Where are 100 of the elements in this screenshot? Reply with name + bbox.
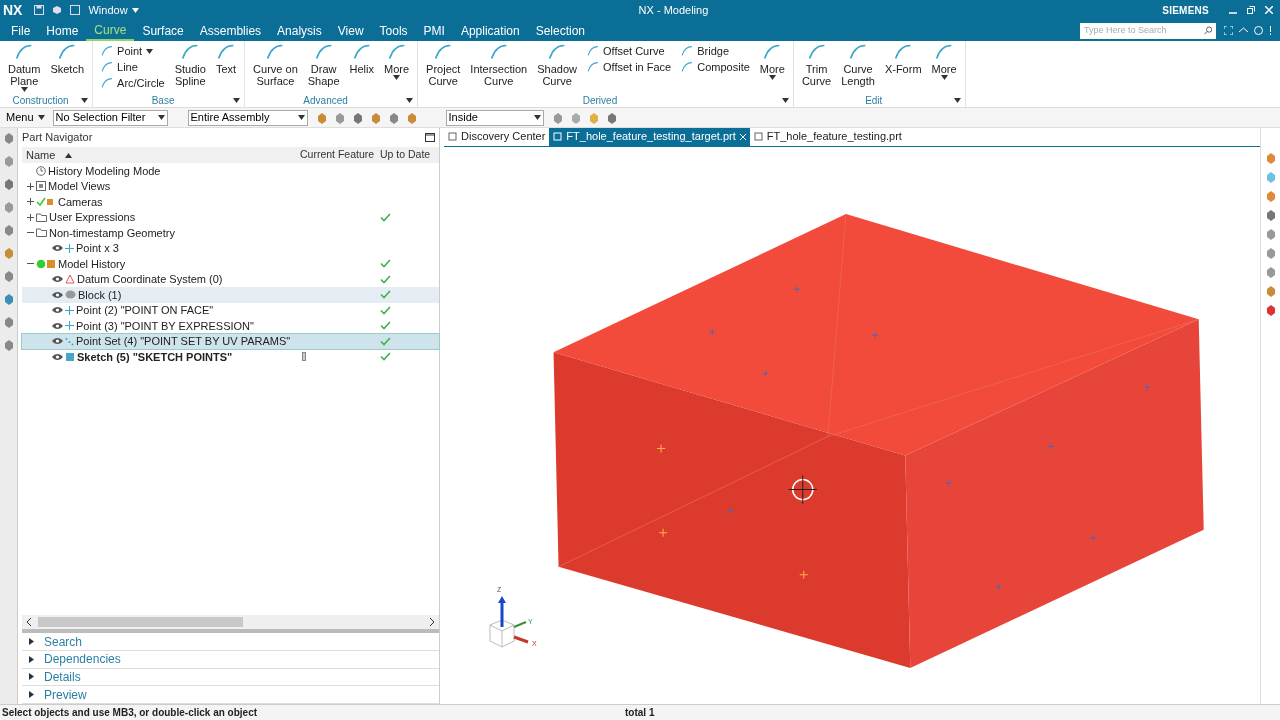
document-tab[interactable]: Discovery Center: [444, 128, 550, 146]
ribbon-tab[interactable]: Assemblies: [191, 20, 270, 41]
ribbon-tab[interactable]: Surface: [134, 20, 192, 41]
ribbon-tool-button[interactable]: Curve Length: [837, 41, 879, 87]
tool-icon[interactable]: [1264, 304, 1277, 316]
ribbon-tool-button[interactable]: Shadow Curve: [533, 41, 581, 87]
help-icon[interactable]: [1254, 26, 1263, 35]
scope-dropdown[interactable]: Entire Assembly: [187, 109, 308, 126]
column-header[interactable]: Name: [26, 146, 56, 164]
maximize-icon[interactable]: [425, 133, 435, 142]
window-icon[interactable]: [70, 5, 81, 15]
tool-icon[interactable]: [315, 111, 328, 124]
selection-filter-dropdown[interactable]: No Selection Filter: [52, 109, 168, 126]
eye-icon[interactable]: [52, 290, 63, 299]
tool-icon[interactable]: [2, 155, 15, 167]
ribbon-tool-button[interactable]: More: [927, 41, 961, 80]
menu-button[interactable]: Menu: [2, 109, 49, 126]
ribbon-tab[interactable]: View: [329, 20, 372, 41]
tree-row[interactable]: Datum Coordinate System (0): [22, 271, 439, 287]
collapsible-section[interactable]: Details: [22, 668, 439, 687]
ribbon-tab[interactable]: Tools: [371, 20, 416, 41]
ribbon-tool-button[interactable]: Draw Shape: [303, 41, 344, 87]
expand-icon[interactable]: [26, 213, 34, 221]
ribbon-tool-button[interactable]: Sketch: [46, 41, 89, 75]
tree-row[interactable]: Point Set (4) "POINT SET BY UV PARAMS": [22, 333, 439, 349]
eye-icon[interactable]: [52, 337, 63, 346]
tool-icon[interactable]: [2, 178, 15, 190]
eye-icon[interactable]: [52, 352, 63, 361]
ribbon-tab[interactable]: Selection: [527, 20, 594, 41]
tool-icon[interactable]: [2, 293, 15, 305]
column-header[interactable]: Up to Date: [378, 147, 438, 163]
tool-icon[interactable]: [387, 111, 400, 124]
tool-icon[interactable]: [2, 270, 15, 282]
tool-icon[interactable]: [1264, 266, 1277, 278]
expand-icon[interactable]: [26, 198, 34, 206]
ribbon-tool-button[interactable]: More: [380, 41, 414, 80]
tool-icon[interactable]: [569, 111, 582, 124]
tool-icon[interactable]: [551, 111, 564, 124]
save-icon[interactable]: [34, 5, 45, 15]
tree-row[interactable]: Sketch (5) "SKETCH POINTS": [22, 349, 439, 365]
eye-icon[interactable]: [52, 306, 63, 315]
scroll-right-icon[interactable]: [429, 618, 435, 627]
tree-row[interactable]: Cameras: [22, 194, 439, 210]
tool-icon[interactable]: [1264, 247, 1277, 259]
ribbon-tool-button[interactable]: Helix: [345, 41, 378, 75]
tool-icon[interactable]: [2, 339, 15, 351]
tool-icon[interactable]: [2, 201, 15, 213]
chevron-up-icon[interactable]: [1239, 26, 1248, 35]
close-icon[interactable]: [739, 133, 746, 140]
ribbon-tool-button[interactable]: Trim Curve: [797, 41, 836, 87]
ribbon-tool-button[interactable]: Project Curve: [422, 41, 465, 87]
ribbon-tool-button[interactable]: Offset in Face: [586, 59, 672, 75]
tool-icon[interactable]: [2, 132, 15, 144]
tool-icon[interactable]: [1264, 152, 1277, 164]
collapsible-section[interactable]: Search: [22, 633, 439, 651]
block-drawing[interactable]: [553, 213, 1204, 668]
ribbon-tool-button[interactable]: Offset Curve: [586, 43, 672, 59]
document-tab[interactable]: FT_hole_feature_testing_target.prt: [549, 128, 750, 146]
horizontal-scrollbar[interactable]: [22, 615, 439, 630]
tool-icon[interactable]: [2, 247, 15, 259]
ribbon-tool-button[interactable]: Point: [101, 43, 165, 59]
ribbon-tab[interactable]: PMI: [415, 20, 453, 41]
tree-row[interactable]: Point (2) "POINT ON FACE": [22, 302, 439, 318]
cube-icon[interactable]: [52, 5, 63, 15]
ribbon-tool-button[interactable]: Composite: [681, 59, 750, 75]
selection-mode-dropdown[interactable]: Inside: [445, 109, 544, 126]
ribbon-tool-button[interactable]: X-Form: [880, 41, 926, 75]
tree-row[interactable]: Model Views: [22, 178, 439, 194]
tool-icon[interactable]: [405, 111, 418, 124]
ribbon-tab[interactable]: Application: [452, 20, 528, 41]
ribbon-tab[interactable]: Analysis: [269, 20, 330, 41]
search-input[interactable]: Type Here to Search: [1084, 23, 1204, 38]
tool-icon[interactable]: [1264, 285, 1277, 297]
search-icon[interactable]: [1203, 26, 1212, 35]
tool-icon[interactable]: [351, 111, 364, 124]
ribbon-tool-button[interactable]: Studio Spline: [170, 41, 210, 87]
eye-icon[interactable]: [52, 244, 63, 253]
tree-row[interactable]: User Expressions: [22, 209, 439, 225]
eye-icon[interactable]: [52, 321, 63, 330]
ribbon-tool-button[interactable]: More: [755, 41, 789, 80]
close-icon[interactable]: [1265, 6, 1273, 14]
collapsible-section[interactable]: Dependencies: [22, 650, 439, 669]
tree-row[interactable]: Block (1): [22, 287, 439, 303]
tool-icon[interactable]: [605, 111, 618, 124]
tree-row[interactable]: Point x 3: [22, 240, 439, 256]
document-tab[interactable]: FT_hole_feature_testing.prt: [749, 128, 906, 146]
restore-icon[interactable]: [1247, 6, 1255, 14]
tool-icon[interactable]: [1264, 190, 1277, 202]
ribbon-tool-button[interactable]: Datum Plane: [4, 41, 45, 92]
tool-icon[interactable]: [1264, 209, 1277, 221]
search-field[interactable]: Type Here to Search: [1080, 22, 1216, 39]
tool-icon[interactable]: [369, 111, 382, 124]
ribbon-tool-button[interactable]: Intersection Curve: [466, 41, 532, 87]
column-header[interactable]: Current Feature: [298, 147, 378, 163]
ribbon-tool-button[interactable]: Arc/Circle: [101, 75, 165, 91]
ribbon-tab[interactable]: File: [3, 20, 39, 41]
scroll-left-icon[interactable]: [26, 618, 32, 627]
tree-row[interactable]: Point (3) "POINT BY EXPRESSION": [22, 318, 439, 334]
tool-icon[interactable]: [1264, 228, 1277, 240]
tool-icon[interactable]: [2, 316, 15, 328]
